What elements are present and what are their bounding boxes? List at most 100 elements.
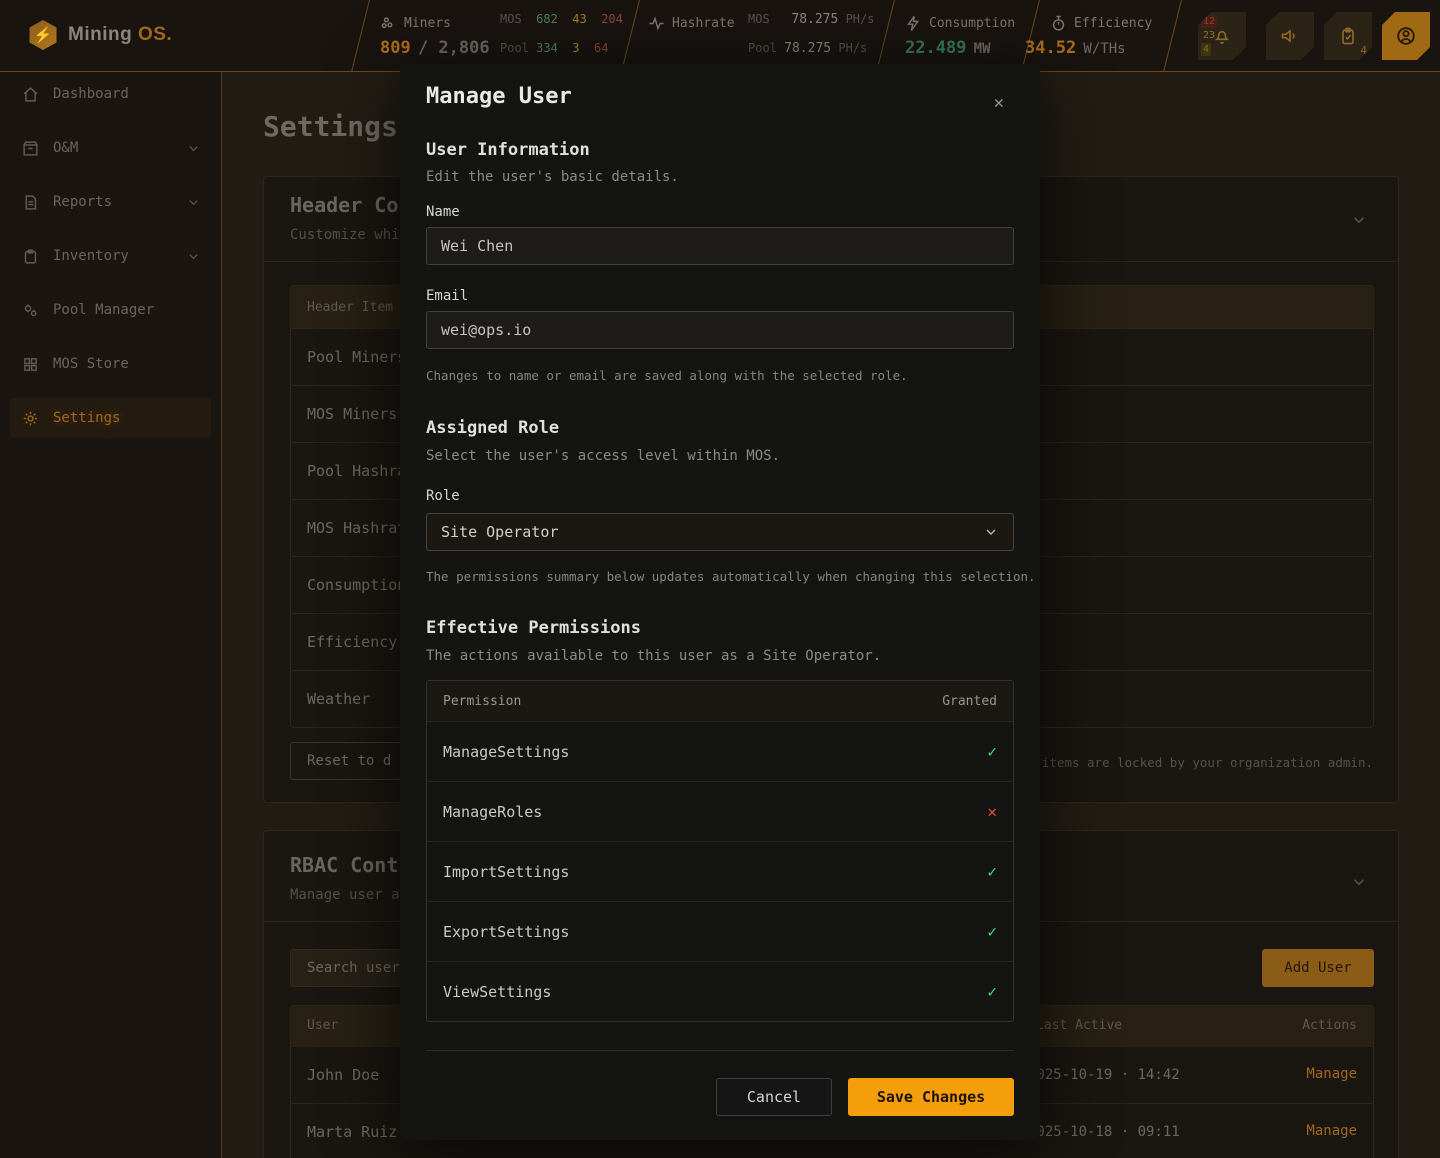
granted-check-icon: ✓ xyxy=(987,862,997,881)
role-select[interactable]: Site Operator xyxy=(426,513,1014,551)
miners-mos-label: MOS xyxy=(500,12,522,26)
role-label: Role xyxy=(426,488,460,504)
user-name: John Doe xyxy=(307,1066,379,1084)
card-subtitle: Manage user ac xyxy=(290,887,408,903)
cancel-button[interactable]: Cancel xyxy=(716,1078,832,1116)
miners-pool-ok: 334 xyxy=(536,41,558,55)
column-actions: Actions xyxy=(1302,1018,1357,1033)
page-title: Settings xyxy=(263,110,398,143)
bell-badge-critical: 12 xyxy=(1201,15,1217,28)
name-field[interactable] xyxy=(426,227,1014,265)
role-select-value: Site Operator xyxy=(441,523,558,541)
granted-check-icon: ✓ xyxy=(987,982,997,1001)
denied-cross-icon: ✕ xyxy=(987,802,997,821)
consumption-value: 22.489 xyxy=(905,38,966,58)
account-button[interactable] xyxy=(1382,12,1430,60)
stat-hashrate: Hashrate MOS 78.275 PH/s Pool 78.275 PH/… xyxy=(648,0,878,72)
granted-check-icon: ✓ xyxy=(987,742,997,761)
sidebar-item-dashboard[interactable]: Dashboard xyxy=(10,74,211,114)
assigned-role-heading: Assigned Role xyxy=(426,418,559,438)
permission-row: ViewSettings ✓ xyxy=(427,961,1013,1021)
grid-icon xyxy=(22,356,39,373)
miners-label: Miners xyxy=(404,16,451,31)
miners-icon xyxy=(380,15,397,32)
document-icon xyxy=(22,194,39,211)
sidebar-item-mos-store[interactable]: MOS Store xyxy=(10,344,211,384)
sidebar-item-label: Inventory xyxy=(53,248,129,264)
column-user: User xyxy=(307,1018,338,1033)
sidebar-item-label: MOS Store xyxy=(53,356,129,372)
permissions-table-header: Permission Granted xyxy=(427,681,1013,721)
add-user-button[interactable]: Add User xyxy=(1262,949,1374,987)
collapse-chevron-icon[interactable] xyxy=(1350,211,1368,229)
permission-row: ExportSettings ✓ xyxy=(427,901,1013,961)
brand-logo[interactable]: ⚡ Mining OS. xyxy=(28,20,172,50)
permission-row: ImportSettings ✓ xyxy=(427,841,1013,901)
column-last-active: Last Active xyxy=(1036,1018,1122,1033)
miners-mos-warn: 43 xyxy=(572,12,586,26)
sidebar-item-reports[interactable]: Reports xyxy=(10,182,211,222)
save-changes-button[interactable]: Save Changes xyxy=(848,1078,1014,1116)
clipboard-icon xyxy=(22,248,39,265)
notifications-button[interactable]: 12 23 4 xyxy=(1198,12,1246,60)
miners-mos-crit: 204 xyxy=(601,12,623,26)
stat-efficiency: Efficiency 34.52 W/THs xyxy=(1050,0,1170,72)
granted-check-icon: ✓ xyxy=(987,922,997,941)
speaker-icon xyxy=(1280,26,1300,46)
sidebar-item-label: Settings xyxy=(53,410,120,426)
role-helper: The permissions summary below updates au… xyxy=(426,569,1036,584)
announcements-button[interactable] xyxy=(1266,12,1314,60)
chevron-down-icon xyxy=(186,195,201,210)
column-permission: Permission xyxy=(443,694,521,709)
header-separator xyxy=(621,0,640,72)
bell-badge-info: 4 xyxy=(1201,43,1211,56)
sidebar-item-label: O&M xyxy=(53,140,78,156)
hashrate-label: Hashrate xyxy=(672,16,735,31)
email-field[interactable] xyxy=(426,311,1014,349)
chevron-down-icon xyxy=(983,524,999,540)
clipboard-check-icon xyxy=(1338,26,1358,46)
manage-user-modal: Manage User ✕ User Information Edit the … xyxy=(400,64,1040,1140)
sidebar: Dashboard O&M Reports Inventory Pool Man… xyxy=(0,72,222,1158)
column-granted: Granted xyxy=(942,694,997,709)
header-separator xyxy=(876,0,895,72)
stat-consumption: Consumption 22.489 MW xyxy=(905,0,1025,72)
permission-name: ManageRoles xyxy=(443,803,542,821)
permission-row: ManageSettings ✓ xyxy=(427,721,1013,781)
sidebar-item-pool-manager[interactable]: Pool Manager xyxy=(10,290,211,330)
email-label: Email xyxy=(426,288,468,304)
efficiency-label: Efficiency xyxy=(1074,16,1152,31)
collapse-chevron-icon[interactable] xyxy=(1350,873,1368,891)
brand-name: Mining OS. xyxy=(68,24,172,46)
miners-pool-warn: 3 xyxy=(572,41,579,55)
top-header: ⚡ Mining OS. Miners 809 / 2,806 MOS 682 … xyxy=(0,0,1440,72)
hashrate-icon xyxy=(648,15,665,32)
user-last-active: 2025-10-18 · 09:11 xyxy=(1028,1124,1180,1140)
home-icon xyxy=(22,86,39,103)
user-info-helper: Changes to name or email are saved along… xyxy=(426,368,908,383)
manage-user-link[interactable]: Manage xyxy=(1306,1123,1357,1139)
effective-permissions-heading: Effective Permissions xyxy=(426,618,641,638)
stat-miners: Miners 809 / 2,806 MOS 682 43 204 Pool 3… xyxy=(380,0,620,72)
user-information-subtext: Edit the user's basic details. xyxy=(426,169,679,185)
assigned-role-subtext: Select the user's access level within MO… xyxy=(426,448,780,464)
sidebar-item-o-and-m[interactable]: O&M xyxy=(10,128,211,168)
name-label: Name xyxy=(426,204,460,220)
effective-permissions-subtext: The actions available to this user as a … xyxy=(426,648,881,664)
tasks-button[interactable]: 4 xyxy=(1324,12,1372,60)
hashrate-pool-unit: PH/s xyxy=(838,41,867,55)
hashrate-pool-label: Pool xyxy=(748,41,777,55)
brand-logo-icon: ⚡ xyxy=(28,20,58,50)
sidebar-item-settings[interactable]: Settings xyxy=(10,398,211,438)
consumption-unit: MW xyxy=(974,41,991,57)
close-icon[interactable]: ✕ xyxy=(988,92,1010,114)
permission-name: ExportSettings xyxy=(443,923,569,941)
sidebar-item-inventory[interactable]: Inventory xyxy=(10,236,211,276)
tasks-badge: 4 xyxy=(1360,44,1367,57)
manage-user-link[interactable]: Manage xyxy=(1306,1066,1357,1082)
card-title: RBAC Contr xyxy=(290,853,410,877)
efficiency-icon xyxy=(1050,15,1067,32)
archive-box-icon xyxy=(22,140,39,157)
sidebar-item-label: Pool Manager xyxy=(53,302,154,318)
miners-mos-ok: 682 xyxy=(536,12,558,26)
